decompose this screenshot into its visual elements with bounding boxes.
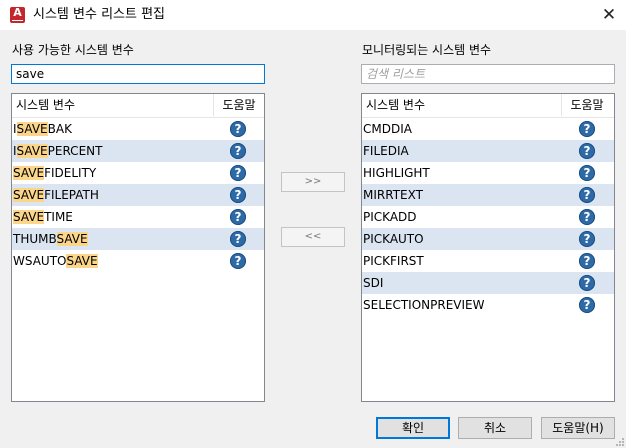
ok-button[interactable]: 확인 bbox=[376, 417, 450, 439]
name-prefix: I bbox=[13, 144, 17, 158]
add-to-monitored-button[interactable]: >> bbox=[281, 172, 345, 192]
variable-name: THUMBSAVE bbox=[13, 231, 88, 247]
list-item[interactable]: SELECTIONPREVIEW? bbox=[362, 294, 614, 316]
variable-name: SAVEFIDELITY bbox=[13, 165, 96, 181]
name-prefix: THUMB bbox=[13, 232, 57, 246]
help-icon[interactable]: ? bbox=[579, 275, 595, 291]
variable-name: FILEDIA bbox=[363, 144, 409, 158]
help-icon[interactable]: ? bbox=[579, 187, 595, 203]
name-suffix: BAK bbox=[47, 122, 72, 136]
variable-name: PICKAUTO bbox=[363, 232, 424, 246]
list-item[interactable]: HIGHLIGHT? bbox=[362, 162, 614, 184]
remove-from-monitored-button[interactable]: << bbox=[281, 227, 345, 247]
help-icon[interactable]: ? bbox=[579, 253, 595, 269]
help-icon[interactable]: ? bbox=[230, 231, 246, 247]
list-item[interactable]: FILEDIA? bbox=[362, 140, 614, 162]
search-match-highlight: SAVE bbox=[66, 254, 98, 268]
list-item[interactable]: ISAVEBAK? bbox=[12, 118, 264, 140]
available-search-input[interactable]: save bbox=[11, 64, 265, 84]
list-item[interactable]: SAVEFIDELITY? bbox=[12, 162, 264, 184]
monitored-variables-label: 모니터링되는 시스템 변수 bbox=[362, 43, 492, 57]
help-icon[interactable]: ? bbox=[579, 121, 595, 137]
column-header-help[interactable]: 도움말 bbox=[561, 98, 613, 112]
monitored-variables-list[interactable]: 시스템 변수 도움말 CMDDIA? FILEDIA? HIGHLIGHT? MIRR… bbox=[361, 93, 615, 402]
variable-name: PICKFIRST bbox=[363, 254, 424, 268]
variable-name: SELECTIONPREVIEW bbox=[363, 298, 485, 312]
variable-name: ISAVEPERCENT bbox=[13, 143, 102, 159]
variable-name: ISAVEBAK bbox=[13, 121, 72, 137]
help-icon[interactable]: ? bbox=[579, 297, 595, 313]
variable-name: SDI bbox=[363, 276, 384, 290]
list-item[interactable]: CMDDIA? bbox=[362, 118, 614, 140]
list-item[interactable]: SAVEFILEPATH? bbox=[12, 184, 264, 206]
name-suffix: TIME bbox=[44, 210, 73, 224]
list-item[interactable]: THUMBSAVE? bbox=[12, 228, 264, 250]
variable-name: HIGHLIGHT bbox=[363, 166, 430, 180]
help-icon[interactable]: ? bbox=[579, 165, 595, 181]
help-icon[interactable]: ? bbox=[230, 187, 246, 203]
help-icon[interactable]: ? bbox=[579, 143, 595, 159]
variable-name: CMDDIA bbox=[363, 122, 412, 136]
help-icon[interactable]: ? bbox=[579, 231, 595, 247]
list-item[interactable]: SDI? bbox=[362, 272, 614, 294]
list-item[interactable]: PICKAUTO? bbox=[362, 228, 614, 250]
close-button[interactable]: ✕ bbox=[596, 3, 622, 27]
name-suffix: PERCENT bbox=[47, 144, 103, 158]
window-title: 시스템 변수 리스트 편집 bbox=[33, 7, 165, 22]
list-item[interactable]: PICKADD? bbox=[362, 206, 614, 228]
list-item[interactable]: SAVETIME? bbox=[12, 206, 264, 228]
help-icon[interactable]: ? bbox=[579, 209, 595, 225]
help-icon[interactable]: ? bbox=[230, 253, 246, 269]
list-item[interactable]: PICKFIRST? bbox=[362, 250, 614, 272]
column-header-variable[interactable]: 시스템 변수 bbox=[366, 98, 425, 112]
available-variables-label: 사용 가능한 시스템 변수 bbox=[12, 43, 134, 57]
help-icon[interactable]: ? bbox=[230, 209, 246, 225]
available-variables-list[interactable]: 시스템 변수 도움말 ISAVEBAK? ISAVEPERCENT? SAVEFID… bbox=[11, 93, 265, 402]
resize-grip-icon[interactable] bbox=[616, 438, 624, 446]
list-item[interactable]: WSAUTOSAVE? bbox=[12, 250, 264, 272]
help-icon[interactable]: ? bbox=[230, 143, 246, 159]
variable-name: PICKADD bbox=[363, 210, 417, 224]
column-header-variable[interactable]: 시스템 변수 bbox=[16, 98, 75, 112]
variable-name: SAVETIME bbox=[13, 209, 73, 225]
search-match-highlight: SAVE bbox=[16, 144, 48, 158]
list-item[interactable]: ISAVEPERCENT? bbox=[12, 140, 264, 162]
search-match-highlight: SAVE bbox=[13, 210, 45, 224]
search-match-highlight: SAVE bbox=[16, 122, 48, 136]
list-header: 시스템 변수 도움말 bbox=[12, 94, 264, 118]
help-icon[interactable]: ? bbox=[230, 121, 246, 137]
name-prefix: I bbox=[13, 122, 17, 136]
help-button[interactable]: 도움말(H) bbox=[541, 417, 615, 439]
autocad-app-icon: A bbox=[10, 7, 25, 23]
column-header-help[interactable]: 도움말 bbox=[213, 98, 264, 112]
help-icon[interactable]: ? bbox=[230, 165, 246, 181]
list-header: 시스템 변수 도움말 bbox=[362, 94, 614, 118]
monitored-search-input[interactable]: 검색 리스트 bbox=[361, 64, 615, 84]
list-item[interactable]: MIRRTEXT? bbox=[362, 184, 614, 206]
variable-name: MIRRTEXT bbox=[363, 188, 423, 202]
name-suffix: FILEPATH bbox=[44, 188, 99, 202]
search-match-highlight: SAVE bbox=[56, 232, 88, 246]
name-prefix: WSAUTO bbox=[13, 254, 67, 268]
variable-name: SAVEFILEPATH bbox=[13, 187, 99, 203]
title-bar: A 시스템 변수 리스트 편집 ✕ bbox=[0, 0, 626, 30]
variable-name: WSAUTOSAVE bbox=[13, 253, 98, 269]
cancel-button[interactable]: 취소 bbox=[458, 417, 532, 439]
search-match-highlight: SAVE bbox=[13, 188, 45, 202]
name-suffix: FIDELITY bbox=[44, 166, 97, 180]
search-match-highlight: SAVE bbox=[13, 166, 45, 180]
